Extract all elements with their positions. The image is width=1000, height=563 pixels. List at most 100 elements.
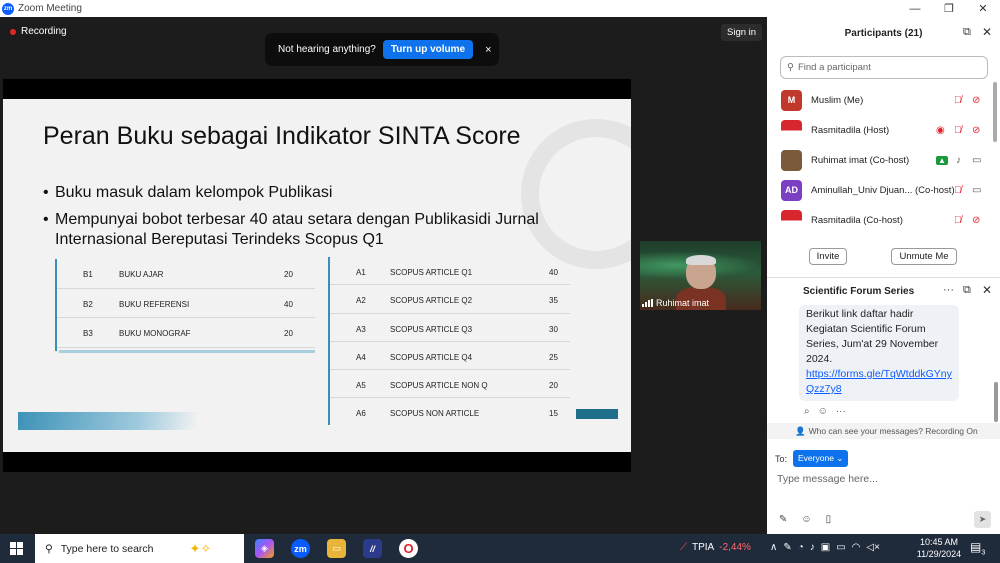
chat-toolbar: ✎ ☺ ▯ xyxy=(779,514,831,525)
table-underline xyxy=(59,350,315,353)
table-row: A1 SCOPUS ARTICLE Q1 40 xyxy=(330,257,570,286)
chat-message-line: Kegiatan Scientific Forum xyxy=(806,323,926,335)
search-icon: ⚲ xyxy=(45,542,53,555)
search-placeholder: Find a participant xyxy=(797,62,871,73)
emoji-react-icon[interactable]: ☺ xyxy=(818,406,828,417)
chat-close-icon[interactable]: ✕ xyxy=(982,283,992,297)
mic-muted-icon: 🎙̸ xyxy=(954,214,962,226)
slide-bullet-continued: Internasional Bereputasi Terindeks Scopu… xyxy=(55,231,384,248)
turn-up-volume-button[interactable]: Turn up volume xyxy=(382,40,474,59)
chevron-up-icon[interactable]: ∧ xyxy=(770,542,777,553)
copilot-icon[interactable]: ◈ xyxy=(255,539,274,558)
message-actions: ⌕ ☺ ··· xyxy=(804,406,846,417)
participant-name: Muslim (Me) xyxy=(811,94,864,106)
table-row: A6 SCOPUS NON ARTICLE 15 xyxy=(356,409,558,419)
file-icon[interactable]: ▯ xyxy=(826,514,832,525)
more-options-icon[interactable]: ··· xyxy=(943,284,954,296)
participant-row[interactable]: Ruhimat imat (Co-host) ▲ ♪ ▭ xyxy=(767,145,993,175)
chat-link[interactable]: https://forms.gle/TqWtddkGYnyQzz7y8 xyxy=(806,367,952,397)
restore-button[interactable]: ❐ xyxy=(932,0,966,17)
search-placeholder: Type here to search xyxy=(60,542,154,555)
participant-scrollbar[interactable] xyxy=(993,82,997,142)
battery-icon[interactable]: ▭ xyxy=(836,542,845,553)
reply-icon[interactable]: ⌕ xyxy=(804,406,810,417)
chat-message-line: Berikut link daftar hadir xyxy=(806,308,914,320)
banner-close-icon[interactable]: × xyxy=(485,44,491,56)
stock-widget[interactable]: ⟋ TPIA -2,44% xyxy=(680,542,751,553)
mic-icon[interactable]: ♪ xyxy=(810,542,815,553)
pen-icon[interactable]: ✎ xyxy=(783,542,791,553)
close-icon[interactable]: ✕ xyxy=(982,25,992,39)
opera-icon[interactable]: O xyxy=(399,539,418,558)
volume-icon[interactable]: ◁× xyxy=(866,542,880,553)
title-bar: zm Zoom Meeting — ❐ ✕ xyxy=(0,0,1000,17)
recording-label: Recording xyxy=(21,26,67,37)
participant-row[interactable]: M Muslim (Me) 🎙̸ ⊘ xyxy=(767,85,993,115)
recipient-dropdown[interactable]: Everyone ⌄ xyxy=(793,450,849,467)
windows-start-icon[interactable] xyxy=(10,542,23,555)
stock-ticker: TPIA xyxy=(692,542,715,553)
video-name: Ruhimat imat xyxy=(656,298,710,308)
chat-message: Berikut link daftar hadir Kegiatan Scien… xyxy=(799,305,959,401)
participant-search-input[interactable]: ⚲ Find a participant xyxy=(780,56,988,79)
avatar xyxy=(781,209,802,231)
more-icon[interactable]: ··· xyxy=(836,406,846,417)
video-person-hair xyxy=(686,255,716,265)
slide: Peran Buku sebagai Indikator SINTA Score… xyxy=(3,99,631,452)
mic-muted-icon: 🎙̸ xyxy=(954,124,962,136)
emoji-icon[interactable]: ☺ xyxy=(801,514,811,525)
panel-divider xyxy=(767,277,1000,278)
article-score-table: A1 SCOPUS ARTICLE Q1 40 A2 SCOPUS ARTICL… xyxy=(328,257,570,425)
minimize-button[interactable]: — xyxy=(898,0,932,17)
chat-message-line: 2024. xyxy=(806,353,833,365)
participant-name: Rasmitadila (Host) xyxy=(811,124,890,136)
system-clock[interactable]: 10:45 AM 11/29/2024 xyxy=(912,536,966,560)
sign-in-button[interactable]: Sign in xyxy=(721,24,763,41)
zoom-taskbar-icon[interactable]: zm xyxy=(291,539,310,558)
chat-popout-icon[interactable]: ⧉ xyxy=(963,284,971,297)
table-row: B2 BUKU REFERENSI 40 xyxy=(57,289,315,318)
chat-scrollbar[interactable] xyxy=(994,382,998,422)
send-button[interactable]: ➤ xyxy=(974,511,991,528)
taskbar-search[interactable]: ⚲ Type here to search ✦✧ xyxy=(35,534,244,563)
participant-row[interactable]: Rasmitadila (Co-host) 🎙̸ ⊘ xyxy=(767,205,993,235)
chat-title: Scientific Forum Series xyxy=(803,286,915,297)
recording-icon: ◉ xyxy=(936,124,945,136)
video-off-icon: ⊘ xyxy=(972,94,981,106)
table-row: A3 SCOPUS ARTICLE Q3 30 xyxy=(330,314,570,342)
file-explorer-icon[interactable]: ▭ xyxy=(327,539,346,558)
unmute-me-button[interactable]: Unmute Me xyxy=(891,248,957,265)
close-window-button[interactable]: ✕ xyxy=(966,0,1000,17)
slide-bullet: • Mempunyai bobot terbesar 40 atau setara… xyxy=(43,211,539,228)
participant-name: Aminullah_Univ Djuan... (Co-host) xyxy=(811,184,955,196)
participant-video[interactable]: Ruhimat imat xyxy=(640,241,761,310)
participant-row[interactable]: AD Aminullah_Univ Djuan... (Co-host) 🎙̸ … xyxy=(767,175,993,205)
meeting-area: Recording Sign in Not hearing anything? … xyxy=(0,17,767,534)
person-icon: 👤 xyxy=(795,425,806,436)
visibility-note[interactable]: 👤 Who can see your messages? Recording O… xyxy=(767,423,1000,439)
time: 10:45 AM xyxy=(919,537,959,547)
to-label: To: xyxy=(775,453,788,464)
wifi-icon[interactable]: ◠ xyxy=(852,542,861,553)
search-icon: ⚲ xyxy=(787,62,794,73)
invite-button[interactable]: Invite xyxy=(809,248,847,265)
recording-indicator[interactable]: Recording xyxy=(10,26,67,37)
avatar: M xyxy=(781,89,802,111)
network-icon[interactable]: ◔ xyxy=(798,542,804,553)
chat-input[interactable]: Type message here... xyxy=(777,473,878,485)
format-icon[interactable]: ✎ xyxy=(779,514,787,525)
system-tray: ∧ ✎ ◔ ♪ ▣ ▭ ◠ ◁× xyxy=(770,542,880,553)
mic-icon: ♪ xyxy=(956,154,961,166)
window-title: Zoom Meeting xyxy=(18,3,82,14)
participant-list: M Muslim (Me) 🎙̸ ⊘ Rasmitadila (Host) ◉ … xyxy=(767,85,993,235)
table-row: B1 BUKU AJAR 20 xyxy=(57,259,315,289)
popout-icon[interactable]: ⧉ xyxy=(963,26,971,39)
notification-icon[interactable]: ▤3 xyxy=(970,540,985,556)
participant-row[interactable]: Rasmitadila (Host) ◉ 🎙̸ ⊘ xyxy=(767,115,993,145)
app-icon[interactable]: // xyxy=(363,539,382,558)
video-name-tag: Ruhimat imat xyxy=(642,298,709,308)
camera-icon[interactable]: ▣ xyxy=(821,542,830,553)
video-icon: ▭ xyxy=(972,184,982,196)
share-screen-icon: ▲ xyxy=(936,155,948,165)
participant-name: Rasmitadila (Co-host) xyxy=(811,214,903,226)
